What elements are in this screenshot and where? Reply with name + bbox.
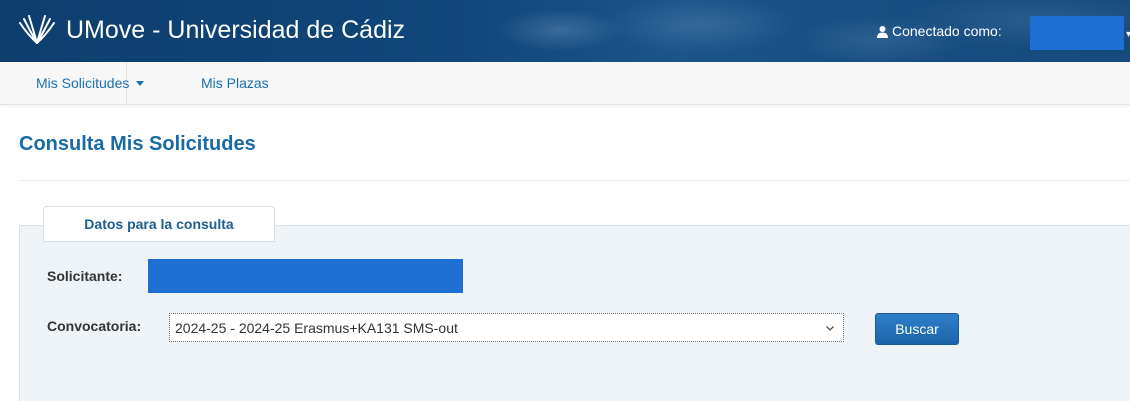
page-title: Consulta Mis Solicitudes bbox=[19, 133, 256, 155]
solicitante-label: Solicitante: bbox=[47, 268, 123, 284]
chevron-down-icon bbox=[826, 326, 834, 331]
user-icon bbox=[877, 25, 888, 38]
user-status: Conectado como: bbox=[876, 22, 1002, 40]
convocatoria-select[interactable]: 2024-25 - 2024-25 Erasmus+KA131 SMS-out bbox=[169, 313, 844, 342]
nav-item-mis-solicitudes[interactable]: Mis Solicitudes bbox=[0, 62, 145, 104]
uca-logo-icon bbox=[19, 15, 55, 44]
convocatoria-label: Convocatoria: bbox=[47, 318, 142, 334]
caret-down-icon bbox=[136, 80, 145, 86]
user-label: Conectado como: bbox=[892, 23, 1002, 39]
convocatoria-selected-value: 2024-25 - 2024-25 Erasmus+KA131 SMS-out bbox=[175, 319, 458, 336]
app-title: UMove - Universidad de Cádiz bbox=[66, 16, 406, 44]
main-navbar: Mis Solicitudes Mis Plazas bbox=[0, 62, 1130, 105]
nav-item-label: Mis Plazas bbox=[201, 75, 269, 91]
page: UMove - Universidad de Cádiz Conectado c… bbox=[0, 0, 1130, 401]
solicitante-value-redacted bbox=[148, 259, 463, 293]
panel-legend: Datos para la consulta bbox=[43, 206, 275, 242]
nav-item-label: Mis Solicitudes bbox=[36, 75, 130, 91]
title-divider bbox=[19, 180, 1130, 181]
user-name-redacted[interactable] bbox=[1030, 16, 1124, 50]
nav-item-mis-plazas[interactable]: Mis Plazas bbox=[201, 62, 269, 104]
user-menu-caret-icon[interactable]: ▾ bbox=[1126, 29, 1130, 40]
buscar-button[interactable]: Buscar bbox=[875, 313, 959, 345]
header-banner: UMove - Universidad de Cádiz Conectado c… bbox=[0, 0, 1130, 62]
